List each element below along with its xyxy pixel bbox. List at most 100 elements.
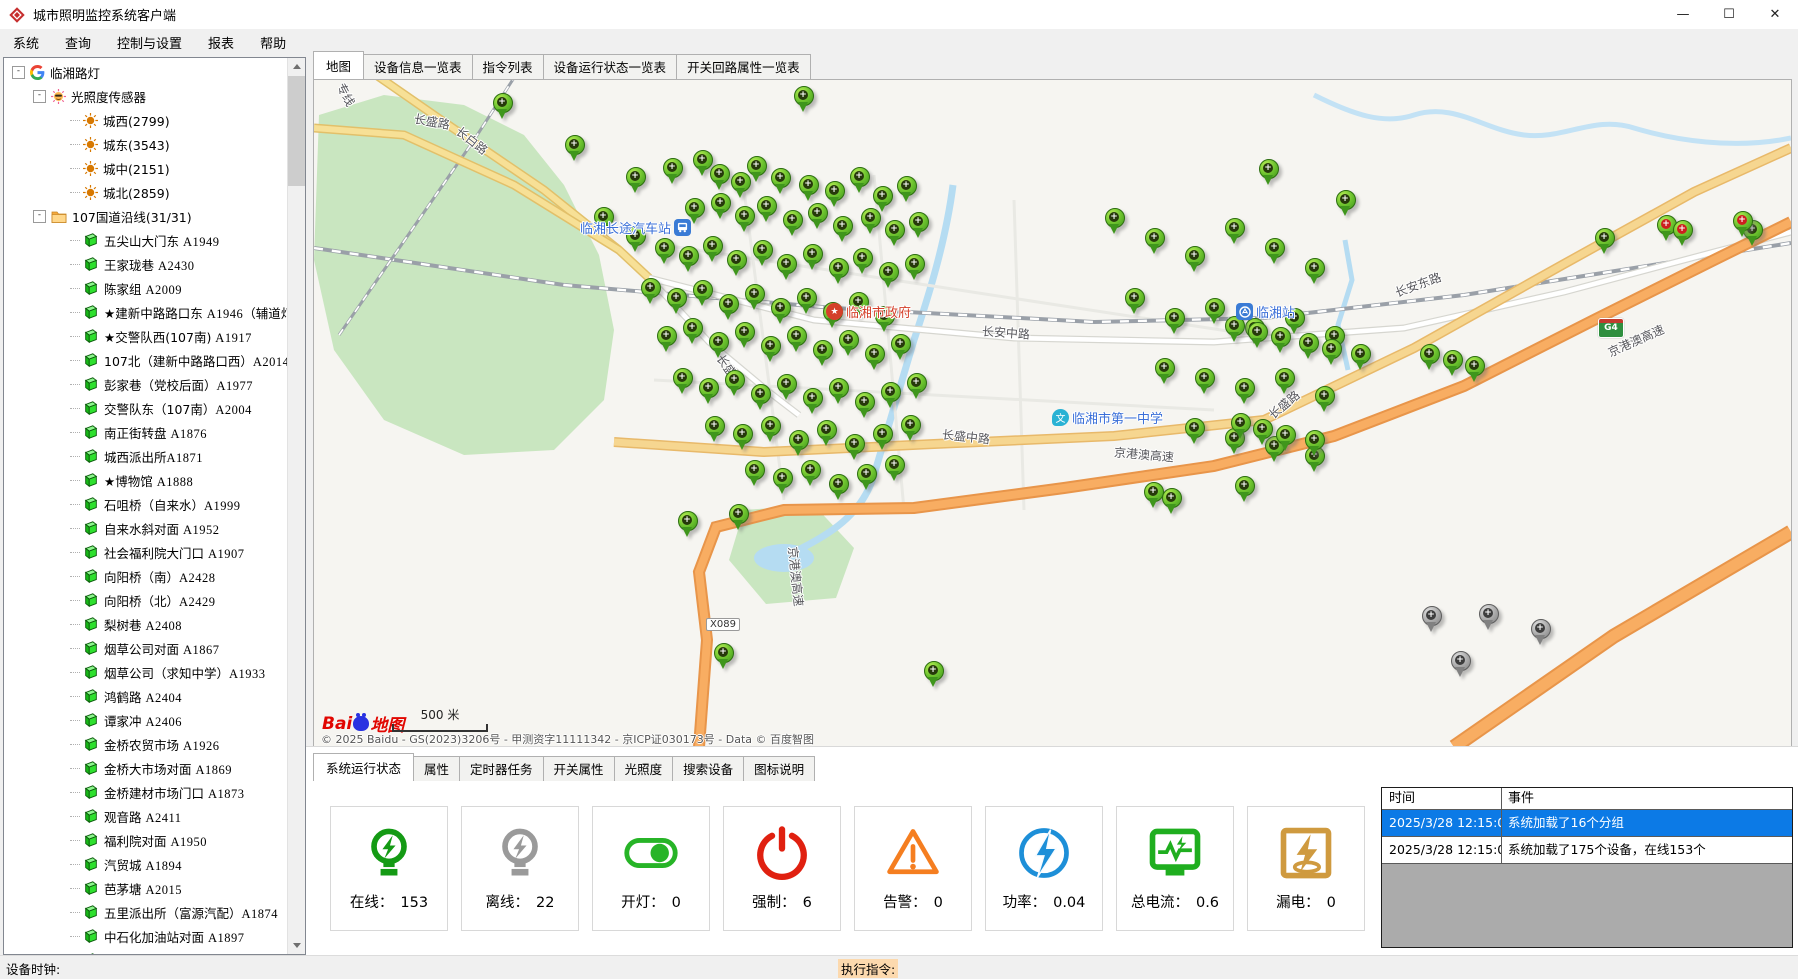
tab-bottom-2[interactable]: 定时器任务 bbox=[459, 756, 544, 781]
map-pin-green[interactable] bbox=[901, 415, 921, 435]
map-pin-green[interactable] bbox=[853, 248, 873, 268]
map-pin-green[interactable] bbox=[678, 511, 698, 531]
map-pin-green[interactable] bbox=[714, 643, 734, 663]
map-pin-green[interactable] bbox=[626, 167, 646, 187]
tree-item[interactable]: 石咀桥（自来水）A1999 bbox=[4, 492, 288, 516]
map-pin-green[interactable] bbox=[1205, 298, 1225, 318]
tab-bottom-3[interactable]: 开关属性 bbox=[543, 756, 615, 781]
map-pin-green[interactable] bbox=[679, 246, 699, 266]
map-pin-green[interactable] bbox=[703, 236, 723, 256]
map-pin-green[interactable] bbox=[787, 326, 807, 346]
tree-item[interactable]: 城中(2151) bbox=[4, 156, 288, 180]
map-pin-green[interactable] bbox=[789, 430, 809, 450]
menu-item-3[interactable]: 报表 bbox=[195, 29, 247, 55]
map-pin-green[interactable] bbox=[1125, 288, 1145, 308]
map-pin-gray[interactable] bbox=[1451, 651, 1471, 671]
map-pin-gray[interactable] bbox=[1422, 606, 1442, 626]
tree-item[interactable]: 自来水斜对面 A1952 bbox=[4, 516, 288, 540]
map-pin-green[interactable] bbox=[733, 424, 753, 444]
map-pin-green[interactable] bbox=[1305, 430, 1325, 450]
map-pin-green[interactable] bbox=[655, 238, 675, 258]
tree-item[interactable]: 福利院对面 A1950 bbox=[4, 828, 288, 852]
map-pin-green[interactable] bbox=[727, 250, 747, 270]
tree-scrollbar[interactable] bbox=[287, 58, 305, 954]
tree-item[interactable]: 城西(2799) bbox=[4, 108, 288, 132]
map-view[interactable]: Bai地图 500 米 © 2025 Baidu - GS(2023)3206号… bbox=[313, 79, 1792, 748]
tab-main-4[interactable]: 开关回路属性一览表 bbox=[676, 54, 811, 79]
map-pin-green[interactable] bbox=[705, 416, 725, 436]
map-pin-green[interactable] bbox=[1275, 368, 1295, 388]
menu-item-0[interactable]: 系统 bbox=[0, 29, 52, 55]
map-pin-green[interactable] bbox=[1155, 358, 1175, 378]
map-pin-green[interactable] bbox=[673, 368, 693, 388]
map-pin-green[interactable] bbox=[731, 172, 751, 192]
tree-item[interactable]: 芭茅塘 A2015 bbox=[4, 876, 288, 900]
tree-item[interactable]: 交警队东（107南）A2004 bbox=[4, 396, 288, 420]
map-pin-green[interactable] bbox=[1185, 418, 1205, 438]
map-pin-green[interactable] bbox=[745, 460, 765, 480]
map-pin-green[interactable] bbox=[773, 468, 793, 488]
maximize-button[interactable]: ☐ bbox=[1706, 0, 1752, 29]
event-log-row[interactable]: 2025/3/28 12:15:08系统加载了175个设备，在线153个 bbox=[1382, 837, 1792, 864]
tree-item[interactable]: 谭家冲 A2406 bbox=[4, 708, 288, 732]
tree-item[interactable]: 社会福利院大门口 A1907 bbox=[4, 540, 288, 564]
collapse-toggle-icon[interactable]: - bbox=[33, 210, 46, 223]
minimize-button[interactable]: — bbox=[1660, 0, 1706, 29]
close-button[interactable]: ✕ bbox=[1752, 0, 1798, 29]
map-pin-green[interactable] bbox=[735, 206, 755, 226]
tab-bottom-4[interactable]: 光照度 bbox=[614, 756, 674, 781]
map-pin-green[interactable] bbox=[725, 370, 745, 390]
tab-main-3[interactable]: 设备运行状态一览表 bbox=[543, 54, 678, 79]
map-pin-red[interactable] bbox=[1733, 211, 1753, 231]
map-pin-green[interactable] bbox=[829, 474, 849, 494]
map-pin-green[interactable] bbox=[667, 288, 687, 308]
map-pin-green[interactable] bbox=[794, 86, 814, 106]
map-pin-green[interactable] bbox=[565, 135, 585, 155]
map-pin-green[interactable] bbox=[747, 156, 767, 176]
map-pin-green[interactable] bbox=[657, 326, 677, 346]
collapse-toggle-icon[interactable]: - bbox=[12, 66, 25, 79]
map-pin-green[interactable] bbox=[924, 661, 944, 681]
map-pin-green[interactable] bbox=[685, 198, 705, 218]
map-pin-green[interactable] bbox=[757, 196, 777, 216]
tree-item[interactable]: 107北（建新中路路口西）A2014 bbox=[4, 348, 288, 372]
map-pin-green[interactable] bbox=[1248, 322, 1268, 342]
tab-bottom-0[interactable]: 系统运行状态 bbox=[313, 753, 414, 781]
map-pin-green[interactable] bbox=[1305, 258, 1325, 278]
collapse-toggle-icon[interactable]: - bbox=[33, 90, 46, 103]
map-pin-green[interactable] bbox=[1253, 419, 1273, 439]
map-pin-green[interactable] bbox=[865, 344, 885, 364]
map-pin-green[interactable] bbox=[797, 288, 817, 308]
map-pin-green[interactable] bbox=[709, 332, 729, 352]
map-pin-gray[interactable] bbox=[1531, 619, 1551, 639]
map-pin-green[interactable] bbox=[873, 424, 893, 444]
map-pin-green[interactable] bbox=[803, 388, 823, 408]
map-pin-green[interactable] bbox=[1165, 308, 1185, 328]
map-pin-green[interactable] bbox=[1225, 218, 1245, 238]
map-pin-green[interactable] bbox=[761, 416, 781, 436]
map-pin-green[interactable] bbox=[719, 294, 739, 314]
map-pin-green[interactable] bbox=[845, 434, 865, 454]
map-pin-green[interactable] bbox=[1351, 344, 1371, 364]
map-pin-green[interactable] bbox=[1465, 356, 1485, 376]
map-pin-red[interactable] bbox=[1673, 220, 1693, 240]
map-pin-green[interactable] bbox=[855, 392, 875, 412]
tree-item[interactable]: 中石化加油站对面 A1897 bbox=[4, 924, 288, 948]
tree-item[interactable]: 向阳桥（北）A2429 bbox=[4, 588, 288, 612]
tree-item[interactable]: 观音路 A2411 bbox=[4, 804, 288, 828]
map-pin-green[interactable] bbox=[1145, 228, 1165, 248]
map-pin-gray[interactable] bbox=[1479, 604, 1499, 624]
map-pin-green[interactable] bbox=[693, 280, 713, 300]
map-pin-green[interactable] bbox=[1185, 246, 1205, 266]
map-pin-green[interactable] bbox=[771, 168, 791, 188]
map-pin-green[interactable] bbox=[761, 336, 781, 356]
map-pin-green[interactable] bbox=[710, 164, 730, 184]
tree-item[interactable]: ★建新中路路口东 A1946（辅道灯） bbox=[4, 300, 288, 324]
tree-item[interactable]: 王家珑巷 A2430 bbox=[4, 252, 288, 276]
map-pin-green[interactable] bbox=[897, 176, 917, 196]
map-pin-green[interactable] bbox=[1420, 344, 1440, 364]
map-pin-green[interactable] bbox=[907, 373, 927, 393]
map-pin-green[interactable] bbox=[735, 322, 755, 342]
map-pin-green[interactable] bbox=[813, 340, 833, 360]
map-pin-green[interactable] bbox=[751, 384, 771, 404]
